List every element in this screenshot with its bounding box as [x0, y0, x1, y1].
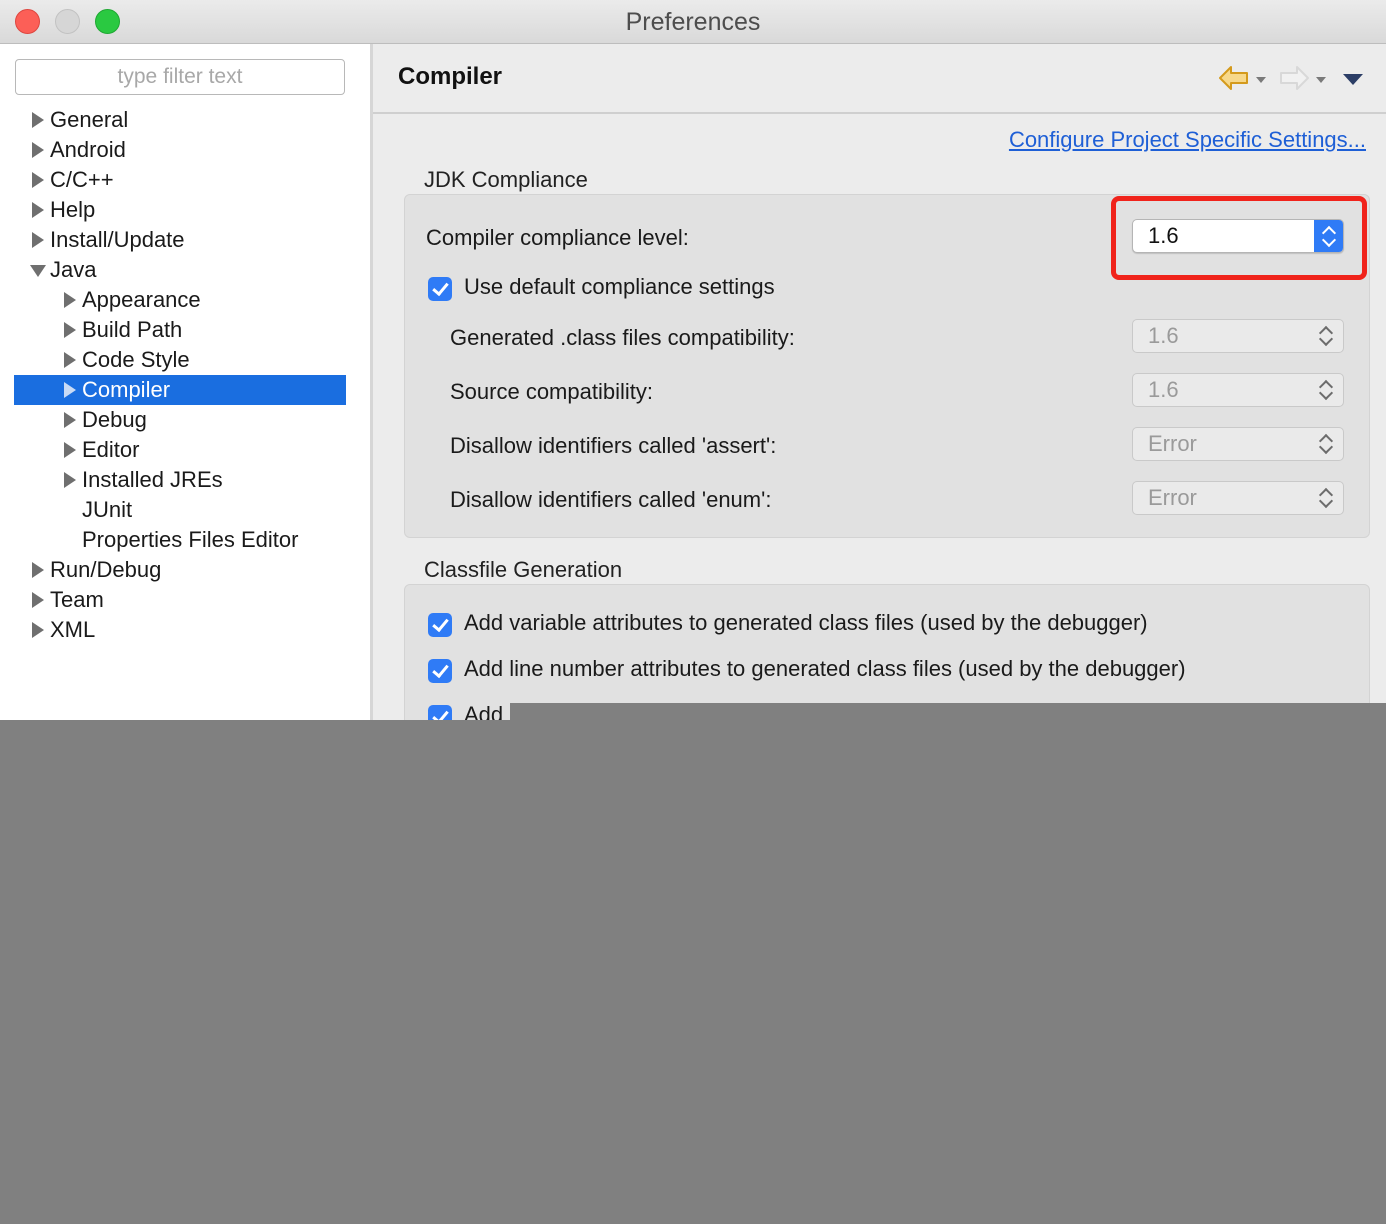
- add-variable-attributes-label: Add variable attributes to generated cla…: [464, 610, 1148, 635]
- tree-item-label: C/C++: [50, 167, 114, 192]
- tree-item[interactable]: Team: [0, 585, 370, 615]
- tree-item-label: Help: [50, 197, 96, 222]
- enum-identifiers-label: Disallow identifiers called 'enum':: [450, 487, 772, 512]
- collapsed-triangle-icon[interactable]: [30, 105, 48, 135]
- use-default-compliance-label: Use default compliance settings: [464, 274, 775, 299]
- tree-item-label: Build Path: [82, 317, 183, 342]
- highlight-box: [1111, 196, 1367, 280]
- back-button[interactable]: [1218, 64, 1268, 94]
- tree-item[interactable]: Android: [0, 135, 370, 165]
- window-title: Preferences: [625, 8, 761, 36]
- assert-identifiers-value: Error: [1148, 431, 1197, 456]
- preference-page: Compiler Configure Project Specific Sett…: [373, 44, 1386, 720]
- tree-item[interactable]: Compiler: [14, 375, 346, 405]
- collapsed-triangle-icon[interactable]: [62, 345, 80, 375]
- up-down-arrows-icon: [1316, 379, 1338, 401]
- add-line-number-attributes-label: Add line number attributes to generated …: [464, 656, 1186, 681]
- checkmark-icon[interactable]: [428, 659, 452, 683]
- checkmark-icon[interactable]: [428, 705, 452, 720]
- tree-item-label: Installed JREs: [82, 467, 223, 492]
- page-header: Compiler: [373, 44, 1386, 114]
- title-bar: Preferences: [0, 0, 1386, 44]
- forward-arrow-icon: [1280, 66, 1309, 90]
- tree-item-label: General: [50, 107, 129, 132]
- tree-item[interactable]: Build Path: [0, 315, 370, 345]
- source-compat-select: 1.6: [1132, 373, 1344, 407]
- collapsed-triangle-icon[interactable]: [30, 165, 48, 195]
- enum-identifiers-select: Error: [1132, 481, 1344, 515]
- collapsed-triangle-icon[interactable]: [62, 375, 80, 405]
- tree-item[interactable]: Debug: [0, 405, 370, 435]
- tree-item-label: Editor: [82, 437, 140, 462]
- checkmark-icon[interactable]: [428, 613, 452, 637]
- up-down-arrows-icon: [1316, 325, 1338, 347]
- collapsed-triangle-icon[interactable]: [30, 225, 48, 255]
- expanded-triangle-icon[interactable]: [30, 255, 48, 285]
- tree-item-label: JUnit: [82, 497, 133, 522]
- configure-project-settings-link[interactable]: Configure Project Specific Settings...: [1009, 127, 1366, 153]
- tree-item[interactable]: Properties Files Editor: [0, 525, 370, 555]
- tree-item[interactable]: Installed JREs: [0, 465, 370, 495]
- collapsed-triangle-icon[interactable]: [62, 435, 80, 465]
- tree-item-label: Debug: [82, 407, 147, 432]
- tree-item[interactable]: Run/Debug: [0, 555, 370, 585]
- tree-item[interactable]: JUnit: [0, 495, 370, 525]
- source-compat-value: 1.6: [1148, 377, 1179, 402]
- view-menu-icon[interactable]: [1343, 74, 1363, 85]
- source-compat-label: Source compatibility:: [450, 379, 653, 404]
- tree-item-label: Appearance: [82, 287, 201, 312]
- back-dropdown-icon[interactable]: [1256, 77, 1266, 83]
- tree-item[interactable]: Editor: [0, 435, 370, 465]
- tree-item-label: XML: [50, 617, 96, 642]
- up-down-arrows-icon: [1316, 433, 1338, 455]
- tree-item-label: Run/Debug: [50, 557, 162, 582]
- backdrop-overlay: [510, 703, 1386, 720]
- assert-identifiers-select: Error: [1132, 427, 1344, 461]
- forward-dropdown-icon[interactable]: [1316, 77, 1326, 83]
- add-source-file-label: Add: [464, 702, 504, 720]
- collapsed-triangle-icon[interactable]: [62, 285, 80, 315]
- up-down-arrows-icon: [1316, 487, 1338, 509]
- compliance-level-label: Compiler compliance level:: [426, 225, 689, 250]
- collapsed-triangle-icon[interactable]: [30, 585, 48, 615]
- tree-item[interactable]: Help: [0, 195, 370, 225]
- tree-item[interactable]: Java: [0, 255, 370, 285]
- tree-item[interactable]: Install/Update: [0, 225, 370, 255]
- assert-identifiers-label: Disallow identifiers called 'assert':: [450, 433, 777, 458]
- collapsed-triangle-icon[interactable]: [30, 135, 48, 165]
- tree-item[interactable]: XML: [0, 615, 370, 645]
- filter-input[interactable]: [15, 59, 345, 95]
- enum-identifiers-value: Error: [1148, 485, 1197, 510]
- tree-item-label: Java: [50, 257, 97, 282]
- page-title: Compiler: [398, 63, 503, 90]
- classfile-generation-title: Classfile Generation: [424, 557, 623, 582]
- collapsed-triangle-icon[interactable]: [30, 615, 48, 645]
- tree-item-label: Compiler: [82, 377, 171, 402]
- tree-item[interactable]: Code Style: [0, 345, 370, 375]
- checkmark-icon[interactable]: [428, 277, 452, 301]
- jdk-compliance-title: JDK Compliance: [424, 167, 588, 192]
- tree-item[interactable]: C/C++: [0, 165, 370, 195]
- forward-button[interactable]: [1278, 64, 1328, 94]
- collapsed-triangle-icon[interactable]: [62, 405, 80, 435]
- tree-item[interactable]: Appearance: [0, 285, 370, 315]
- collapsed-triangle-icon[interactable]: [62, 315, 80, 345]
- tree-item-label: Code Style: [82, 347, 190, 372]
- tree-item-label: Team: [50, 587, 104, 612]
- preferences-sidebar: General Android C/C++ Help Install/Update Jav…: [0, 44, 370, 720]
- back-arrow-icon: [1219, 66, 1248, 90]
- generated-compat-value: 1.6: [1148, 323, 1179, 348]
- tree-item-label: Properties Files Editor: [82, 527, 299, 552]
- collapsed-triangle-icon[interactable]: [30, 195, 48, 225]
- classfile-generation-group: [404, 584, 1370, 720]
- generated-compat-select: 1.6: [1132, 319, 1344, 353]
- tree-item[interactable]: General: [0, 105, 370, 135]
- collapsed-triangle-icon[interactable]: [62, 465, 80, 495]
- collapsed-triangle-icon[interactable]: [30, 555, 48, 585]
- tree-item-label: Install/Update: [50, 227, 185, 252]
- preferences-window: Preferences General Android C/C++ Help Insta…: [0, 0, 1386, 720]
- generated-compat-label: Generated .class files compatibility:: [450, 325, 795, 350]
- tree-item-label: Android: [50, 137, 126, 162]
